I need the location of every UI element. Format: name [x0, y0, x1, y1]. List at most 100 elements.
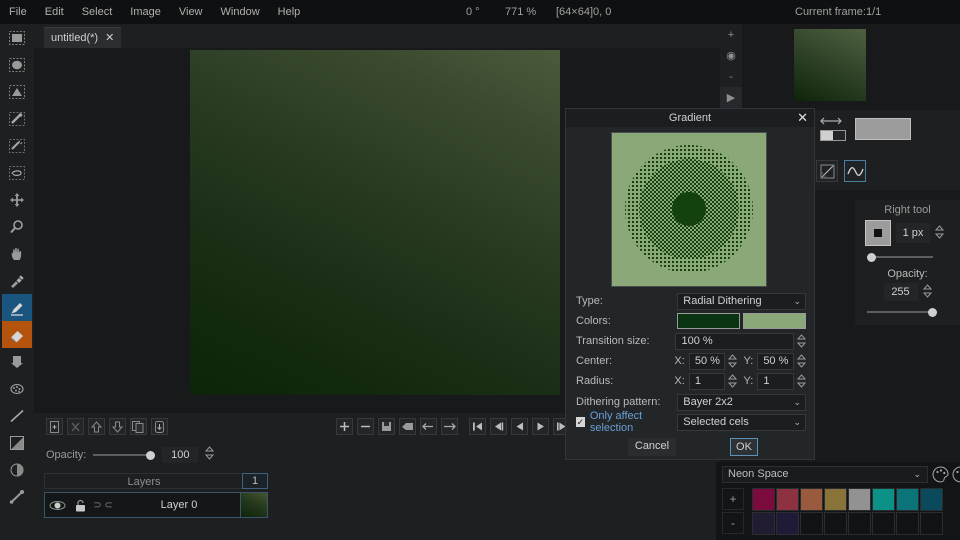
shading-tool[interactable]	[2, 456, 32, 483]
brush-size-spinner[interactable]	[934, 224, 945, 242]
menu-help[interactable]: Help	[269, 0, 310, 24]
remove-color-button[interactable]: -	[722, 512, 744, 534]
menu-edit[interactable]: Edit	[36, 0, 73, 24]
line-tool[interactable]	[2, 402, 32, 429]
ok-button[interactable]: OK	[730, 438, 758, 456]
chevron-down-icon[interactable]: ⌄	[793, 294, 801, 309]
remove-frame-button[interactable]	[357, 418, 374, 435]
lasso-tool[interactable]	[2, 132, 32, 159]
transition-size-spinner[interactable]	[796, 334, 806, 348]
menu-select[interactable]: Select	[73, 0, 122, 24]
new-layer-button[interactable]	[46, 418, 63, 435]
palette-options-icon[interactable]	[932, 466, 949, 486]
add-color-button[interactable]: +	[722, 488, 744, 510]
chevron-down-icon[interactable]: ⌄	[793, 415, 801, 430]
move-frame-left-button[interactable]	[420, 418, 437, 435]
new-palette-icon[interactable]	[952, 466, 960, 486]
palette-swatch[interactable]	[752, 488, 775, 511]
menu-window[interactable]: Window	[212, 0, 269, 24]
chevron-down-icon[interactable]: ⌄	[793, 395, 801, 410]
radius-x-spinner[interactable]	[728, 374, 738, 388]
chevron-down-icon[interactable]: ⌄	[913, 467, 921, 482]
dithering-pattern-select[interactable]: Bayer 2x2 ⌄	[677, 393, 806, 411]
palette-swatch[interactable]	[824, 488, 847, 511]
center-y-spinner[interactable]	[796, 354, 806, 368]
radius-y-spinner[interactable]	[796, 374, 806, 388]
paint-bucket-tool[interactable]	[2, 348, 32, 375]
center-y-input[interactable]: 50 %	[757, 352, 794, 370]
palette-swatch[interactable]	[920, 488, 943, 511]
move-frame-right-button[interactable]	[441, 418, 458, 435]
save-frame-icon[interactable]	[378, 418, 395, 435]
magic-wand-tool[interactable]	[2, 105, 32, 132]
play-backward-button[interactable]	[511, 418, 528, 435]
target-cels-select[interactable]: Selected cels ⌄	[677, 413, 806, 431]
go-first-frame-button[interactable]	[469, 418, 486, 435]
brush-size-slider[interactable]	[867, 251, 933, 263]
layer-opacity-slider[interactable]	[93, 449, 156, 461]
add-frame-button[interactable]	[336, 418, 353, 435]
palette-swatch[interactable]	[776, 512, 799, 535]
close-icon[interactable]: ✕	[797, 111, 808, 125]
play-button[interactable]	[532, 418, 549, 435]
move-layer-down-button[interactable]	[109, 418, 126, 435]
contour-tool[interactable]	[2, 159, 32, 186]
duplicate-layer-button[interactable]	[130, 418, 147, 435]
right-tool-opacity-slider[interactable]	[867, 306, 937, 318]
ink-line-icon[interactable]	[816, 160, 838, 182]
brush-shape-button[interactable]	[865, 220, 891, 246]
preview-zoom-out-button[interactable]: -	[720, 66, 742, 87]
menu-file[interactable]: File	[0, 0, 36, 24]
radius-x-input[interactable]: 1	[688, 372, 726, 390]
palette-swatch[interactable]	[752, 512, 775, 535]
palette-swatch[interactable]	[800, 488, 823, 511]
move-layer-up-button[interactable]	[88, 418, 105, 435]
palette-swatch[interactable]	[896, 488, 919, 511]
palette-swatch[interactable]	[800, 512, 823, 535]
document-tab[interactable]: untitled(*) ✕	[44, 27, 122, 48]
type-select[interactable]: Radial Dithering ⌄	[677, 292, 806, 310]
palette-swatch[interactable]	[824, 512, 847, 535]
delete-layer-button[interactable]	[67, 418, 84, 435]
layer-opacity-spinner[interactable]	[205, 446, 215, 463]
right-tool-opacity-spinner[interactable]	[922, 283, 932, 301]
layer-thumbnail[interactable]	[240, 492, 268, 518]
palette-swatch[interactable]	[848, 488, 871, 511]
elliptical-marquee-tool[interactable]	[2, 51, 32, 78]
rectangular-marquee-tool[interactable]	[2, 24, 32, 51]
menu-view[interactable]: View	[170, 0, 212, 24]
zoom-tool[interactable]	[2, 213, 32, 240]
hand-tool[interactable]	[2, 240, 32, 267]
layer-opacity-value[interactable]: 100	[162, 446, 199, 463]
radius-y-input[interactable]: 1	[757, 372, 794, 390]
transition-size-input[interactable]: 100 %	[675, 332, 794, 350]
brush-size-value[interactable]: 1 px	[896, 223, 930, 243]
close-icon[interactable]: ✕	[105, 32, 114, 44]
ink-curve-icon[interactable]	[844, 160, 866, 182]
palette-swatch[interactable]	[920, 512, 943, 535]
preview-play-button[interactable]: ▶	[720, 87, 742, 108]
preview-zoom-reset-button[interactable]: ◉	[720, 45, 742, 66]
gradient-color-from[interactable]	[677, 313, 741, 329]
palette-swatch[interactable]	[872, 488, 895, 511]
go-prev-frame-button[interactable]	[490, 418, 507, 435]
blur-tool[interactable]	[2, 483, 32, 510]
foreground-color-swatch[interactable]	[855, 118, 911, 140]
symmetry-icon[interactable]	[820, 116, 842, 129]
center-x-input[interactable]: 50 %	[688, 352, 726, 370]
palette-swatch[interactable]	[848, 512, 871, 535]
right-tool-opacity-value[interactable]: 255	[883, 283, 918, 301]
palette-swatch[interactable]	[896, 512, 919, 535]
palette-swatch[interactable]	[872, 512, 895, 535]
palette-select[interactable]: Neon Space ⌄	[722, 466, 928, 483]
eye-icon[interactable]	[45, 500, 69, 511]
layer-row[interactable]: ⊃ ⊂ Layer 0	[44, 492, 244, 518]
spray-tool[interactable]	[2, 375, 32, 402]
timeline-frame-1[interactable]: 1	[242, 473, 268, 489]
pencil-tool[interactable]	[2, 294, 32, 321]
gradient-tool[interactable]	[2, 429, 32, 456]
gradient-color-to[interactable]	[743, 313, 806, 329]
preview-zoom-in-button[interactable]: +	[720, 24, 742, 45]
eyedropper-tool[interactable]	[2, 267, 32, 294]
center-x-spinner[interactable]	[728, 354, 738, 368]
